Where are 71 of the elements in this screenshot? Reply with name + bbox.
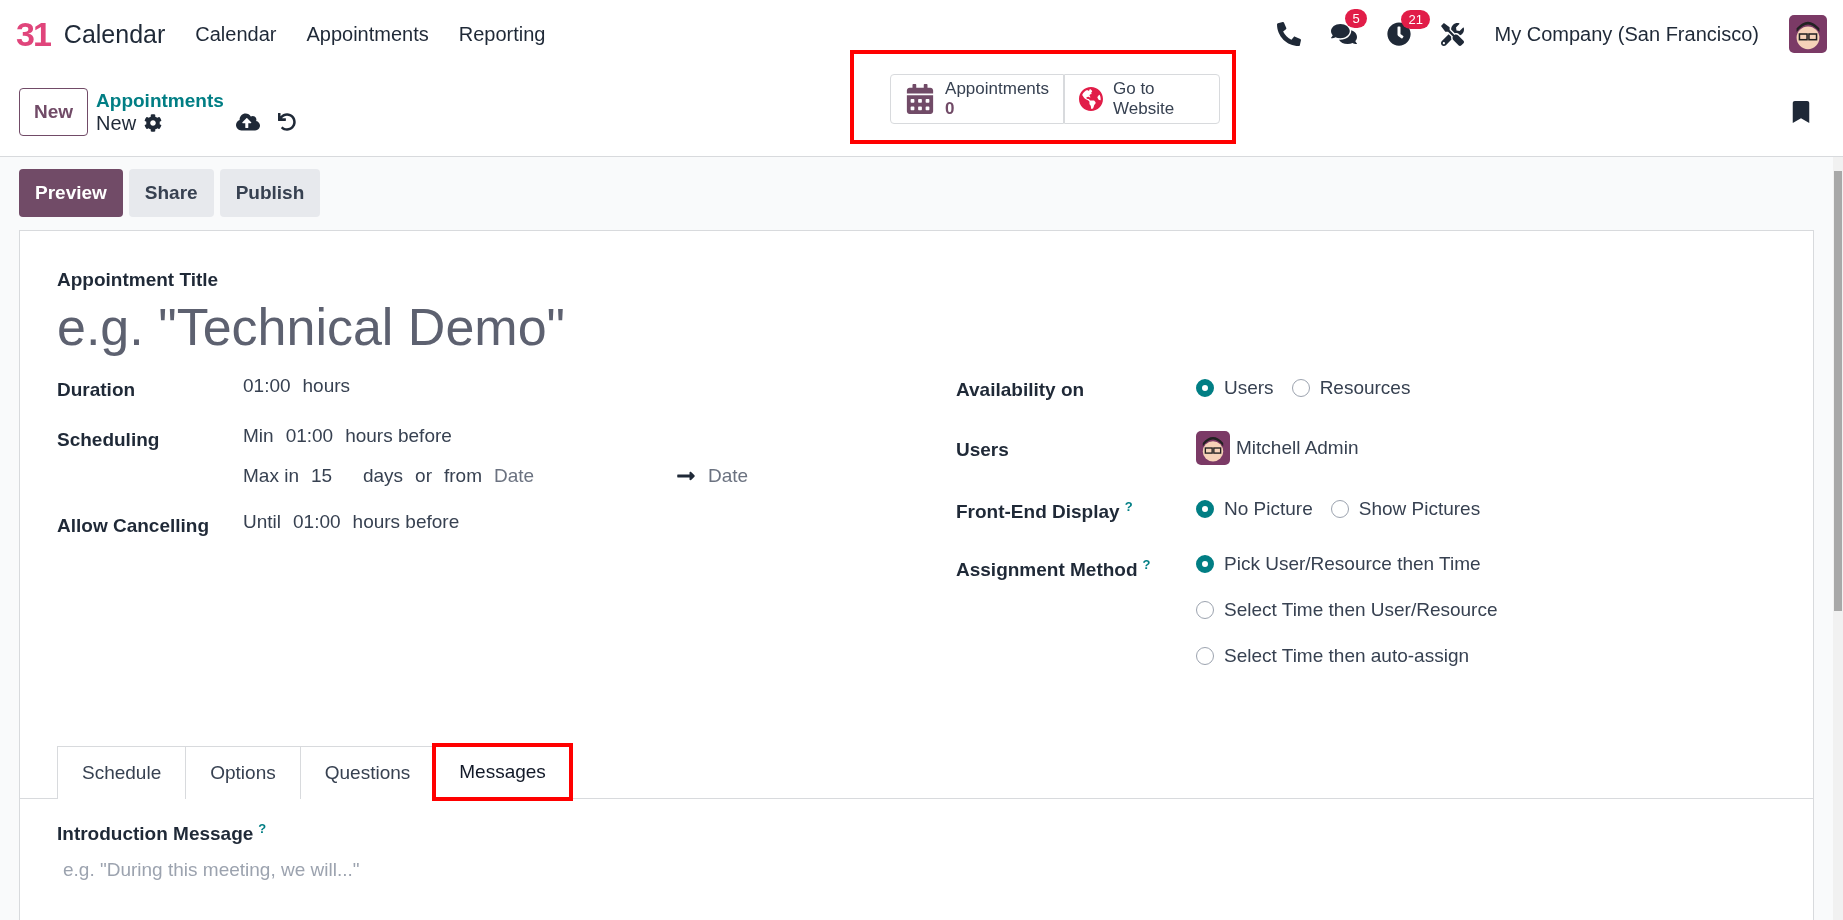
radio-button[interactable] [1196,555,1214,574]
settings-icon[interactable] [144,114,163,132]
breadcrumb-link[interactable]: Appointments [96,89,237,112]
radio-option[interactable]: Select Time then User/Resource [1196,599,1498,622]
field-text: hours before [352,511,460,533]
clock-icon[interactable] [1387,22,1412,46]
field-label: Appointment Title [57,269,220,291]
menu-item[interactable]: Reporting [458,22,546,46]
radio-button[interactable] [1291,379,1310,397]
field-text: Until [243,511,281,533]
radio-button[interactable] [1196,647,1214,666]
tools-icon[interactable] [1441,22,1465,46]
radio-button[interactable] [1196,379,1214,397]
input-field[interactable]: 15 [310,465,351,487]
tab[interactable]: Messages [434,745,571,799]
field-label: Introduction Message $^{?}$ [57,821,268,846]
field-text: hours [302,375,351,397]
tab[interactable]: Schedule [57,746,187,799]
calendar-icon [905,84,936,114]
user-name[interactable]: Mitchell Admin [1236,437,1359,459]
radio-button[interactable] [1196,500,1214,519]
field-label: Availability on [956,378,1086,401]
globe-icon [1079,85,1103,113]
avatar-icon [1196,431,1230,465]
field-text: Max in [243,465,299,487]
field-label: Users [956,438,1010,461]
app-name[interactable]: Calendar [63,19,166,49]
app-logo[interactable]: 31 [16,14,50,54]
title-input[interactable]: e.g. "Technical Demo" [57,297,1813,357]
new-button[interactable]: New [19,88,89,136]
chat-icon[interactable] [1331,21,1358,47]
input-field[interactable]: 01:00 [293,511,341,533]
field-label: Allow Cancelling [57,514,211,537]
user-avatar[interactable] [1789,15,1827,53]
field-label: Duration [57,378,137,401]
action-button[interactable]: Publish [219,169,321,217]
undo-icon[interactable] [278,113,297,131]
field-text: or [415,465,432,487]
scrollbar[interactable] [1833,157,1843,920]
tab[interactable]: Options [185,746,301,799]
radio-option[interactable]: Select Time then auto-assign [1196,645,1498,668]
chat-count: 5 [1345,9,1367,28]
menu-item[interactable]: Appointments [306,22,429,46]
bookmark-icon[interactable] [1790,101,1812,123]
activity-count: 21 [1401,10,1430,29]
radio-option[interactable]: Show Pictures [1330,495,1481,524]
field-label: Front-End Display $^{?}$ [956,498,1134,524]
field-text: from [444,465,482,487]
field-label: Scheduling [57,428,161,452]
action-button[interactable]: Preview [19,169,123,217]
menu-item[interactable]: Calendar [195,22,277,46]
phone-icon[interactable] [1277,22,1302,46]
field-text: Min [243,425,274,447]
field-text: days [362,465,404,487]
action-button[interactable]: Share [128,169,214,217]
record-name: New [96,111,137,135]
appointments-stat-button[interactable]: Appointments 0 [890,74,1064,124]
input-field[interactable]: 01:00 [243,375,291,397]
radio-option[interactable]: Users [1196,375,1274,401]
radio-option[interactable]: Resources [1291,375,1411,401]
radio-option[interactable]: No Picture [1196,495,1313,524]
radio-button[interactable] [1196,601,1214,620]
website-button[interactable]: Go to Website [1064,74,1220,124]
date-field[interactable]: Date [708,465,878,487]
field-label: Assignment Method $^{?}$ [956,556,1152,583]
company-name[interactable]: My Company (San Francisco) [1494,22,1759,46]
field-text: hours before [345,425,452,447]
radio-button[interactable] [1330,500,1349,519]
input-field[interactable]: 01:00 [285,425,334,447]
radio-option[interactable]: Pick User/Resource then Time [1196,553,1498,576]
date-field[interactable]: Date [494,465,664,487]
